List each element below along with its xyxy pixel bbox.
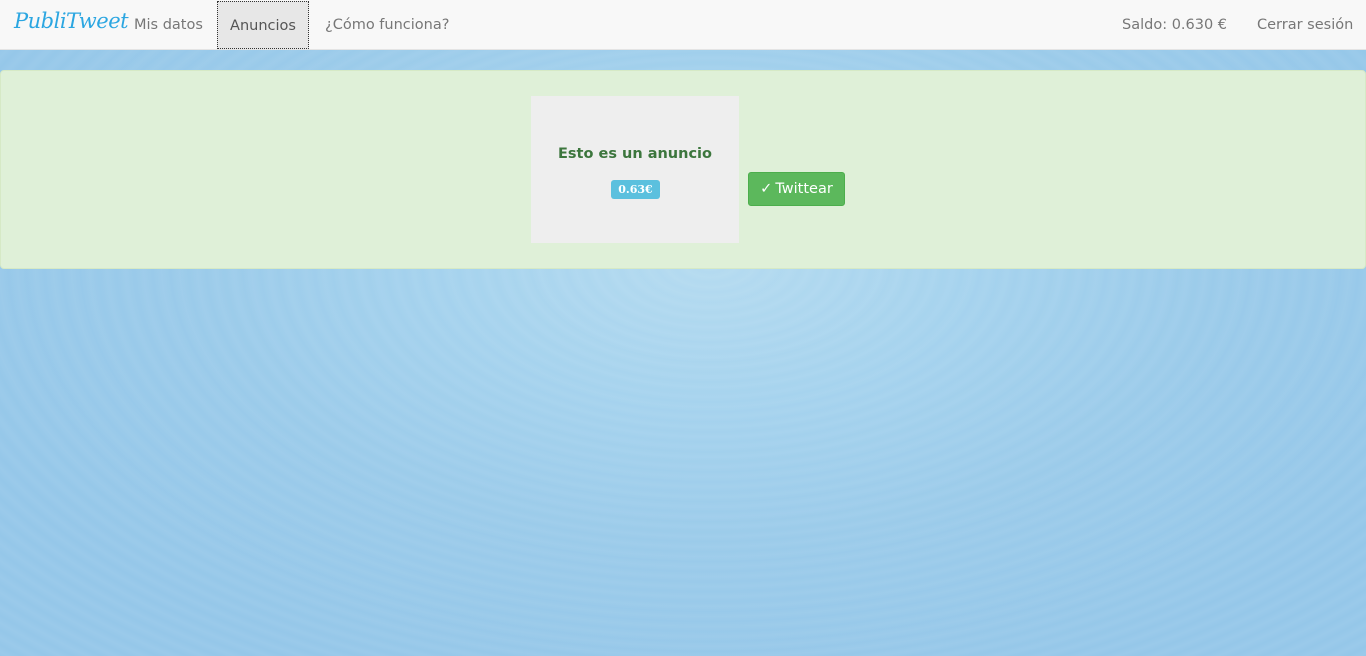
ad-card: Esto es un anuncio 0.63€ [531,96,739,243]
ad-alert-panel: Esto es un anuncio 0.63€ ✓ Twittear [0,70,1366,269]
tweet-button[interactable]: ✓ Twittear [748,172,845,206]
price-badge: 0.63€ [611,180,660,199]
top-navbar: PubliTweet Mis datos Anuncios ¿Cómo func… [0,0,1366,50]
check-icon: ✓ [760,181,773,197]
balance-display: Saldo: 0.630 € [1122,17,1228,33]
nav-mis-datos[interactable]: Mis datos [134,0,203,49]
nav-como-funciona[interactable]: ¿Cómo funciona? [325,0,449,49]
tweet-button-label: Twittear [775,181,833,197]
brand-logo[interactable]: PubliTweet [14,9,129,33]
logout-link[interactable]: Cerrar sesión [1257,0,1353,49]
nav-anuncios[interactable]: Anuncios [217,1,309,49]
ad-title: Esto es un anuncio [558,146,712,162]
